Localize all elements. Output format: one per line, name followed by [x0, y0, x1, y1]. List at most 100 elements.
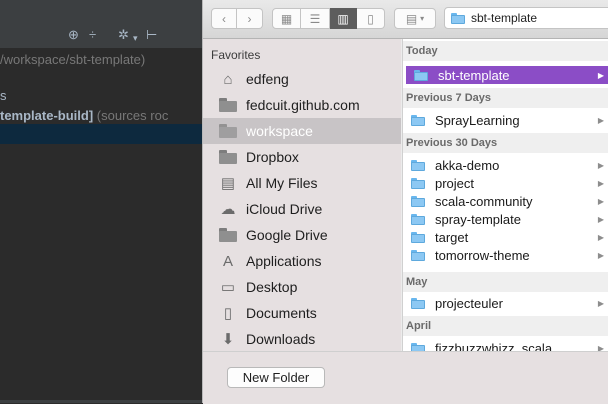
- chevron-left-icon: ‹: [222, 11, 226, 26]
- coverflow-view-button[interactable]: ▯: [357, 8, 385, 29]
- sidebar-item-label: workspace: [246, 123, 313, 139]
- ide-toolbar: ⊕ ÷ ✲ ▾ ⊢: [0, 22, 202, 49]
- list-item-label: akka-demo: [435, 157, 500, 173]
- file-list: Today sbt-template ▶ Previous 7 Days Spr…: [402, 39, 608, 351]
- cloud-icon: ☁: [220, 201, 236, 218]
- columns-icon: ▥: [337, 11, 349, 26]
- sidebar-item-dropbox[interactable]: Dropbox: [203, 144, 401, 170]
- list-item-sbt-template[interactable]: sbt-template ▶: [406, 66, 608, 84]
- arrange-icon: ▤: [405, 11, 418, 26]
- sidebar-item-fedcuit[interactable]: fedcuit.github.com: [203, 92, 401, 118]
- folder-icon: [218, 95, 238, 115]
- ide-window: ⊕ ÷ ✲ ▾ ⊢ /workspace/sbt-template) s tem…: [0, 0, 202, 403]
- folder-icon: [411, 177, 425, 189]
- list-item-spraylearning[interactable]: SprayLearning ▶: [403, 111, 608, 129]
- folder-icon: [414, 69, 428, 81]
- sidebar-item-label: Applications: [246, 253, 322, 269]
- dialog-toolbar: ‹ › ▦ ☰ ▥ ▯ ▤ ▾ sbt-template: [203, 0, 608, 39]
- folder-icon: [411, 159, 425, 171]
- folder-icon: [218, 121, 238, 141]
- disclosure-arrow-icon: ▶: [597, 160, 604, 170]
- group-header-today: Today: [403, 41, 608, 61]
- sidebar-item-downloads[interactable]: ⬇ Downloads: [203, 326, 401, 352]
- sidebar: Favorites ⌂ edfeng fedcuit.github.com wo…: [203, 39, 401, 351]
- group-header-may: May: [403, 272, 608, 292]
- disclosure-arrow-icon: ▶: [597, 70, 604, 80]
- sidebar-item-label: Documents: [246, 305, 317, 321]
- gear-icon[interactable]: ✲: [118, 27, 129, 43]
- list-item-project[interactable]: project ▶: [403, 174, 608, 192]
- list-item-label: SprayLearning: [435, 112, 520, 128]
- new-folder-button[interactable]: New Folder: [227, 367, 325, 388]
- sidebar-item-icloud-drive[interactable]: ☁ iCloud Drive: [203, 196, 401, 222]
- chevron-down-icon: ▾: [420, 14, 425, 23]
- path-selector[interactable]: sbt-template: [444, 7, 608, 29]
- disclosure-arrow-icon: ▶: [597, 232, 604, 242]
- list-item-fizzbuzzwhizz-scala[interactable]: fizzbuzzwhizz_scala ▶: [403, 339, 608, 351]
- list-view-button[interactable]: ☰: [301, 8, 330, 29]
- icon-view-button[interactable]: ▦: [272, 8, 301, 29]
- grid-icon: ▦: [280, 11, 293, 26]
- home-icon: ⌂: [223, 70, 233, 88]
- path-selector-label: sbt-template: [471, 11, 538, 25]
- sources-label: (sources roc: [96, 108, 169, 123]
- disclosure-arrow-icon: ▶: [597, 343, 604, 352]
- list-item-label: project: [435, 175, 475, 191]
- group-header-april: April: [403, 316, 608, 336]
- column-view-button[interactable]: ▥: [330, 8, 357, 29]
- ide-selected-row[interactable]: [0, 124, 202, 144]
- forward-button[interactable]: ›: [237, 8, 263, 29]
- sidebar-item-label: Dropbox: [246, 149, 299, 165]
- folder-icon: [218, 147, 238, 167]
- coverflow-icon: ▯: [367, 11, 374, 26]
- list-item-target[interactable]: target ▶: [403, 228, 608, 246]
- sidebar-item-label: fedcuit.github.com: [246, 97, 360, 113]
- open-dialog: ‹ › ▦ ☰ ▥ ▯ ▤ ▾ sbt-template Favorites ⌂: [202, 0, 608, 404]
- disclosure-arrow-icon: ▶: [597, 298, 604, 308]
- all-files-icon: ▤: [220, 175, 236, 192]
- sidebar-item-google-drive[interactable]: Google Drive: [203, 222, 401, 248]
- disclosure-arrow-icon: ▶: [597, 250, 604, 260]
- back-button[interactable]: ‹: [211, 8, 237, 29]
- project-line: s: [0, 88, 7, 103]
- list-item-label: sbt-template: [438, 67, 510, 83]
- disclosure-arrow-icon: ▶: [597, 196, 604, 206]
- chevron-down-icon[interactable]: ▾: [133, 30, 138, 46]
- arrange-button[interactable]: ▤ ▾: [394, 8, 436, 29]
- sidebar-item-applications[interactable]: A Applications: [203, 248, 401, 274]
- ide-title-bar: [0, 0, 202, 22]
- list-item-akka-demo[interactable]: akka-demo ▶: [403, 156, 608, 174]
- list-item-scala-community[interactable]: scala-community ▶: [403, 192, 608, 210]
- collapse-icon[interactable]: ÷: [89, 27, 96, 43]
- sidebar-item-label: Desktop: [246, 279, 298, 295]
- folder-icon: [411, 114, 425, 126]
- sidebar-item-workspace[interactable]: workspace: [203, 118, 401, 144]
- sidebar-item-label: iCloud Drive: [246, 201, 323, 217]
- hide-panel-icon[interactable]: ⊢: [146, 27, 157, 43]
- sidebar-item-desktop[interactable]: ▭ Desktop: [203, 274, 401, 300]
- sidebar-item-documents[interactable]: ▯ Documents: [203, 300, 401, 326]
- list-item-spray-template[interactable]: spray-template ▶: [403, 210, 608, 228]
- disclosure-arrow-icon: ▶: [597, 115, 604, 125]
- list-item-tomorrow-theme[interactable]: tomorrow-theme ▶: [403, 246, 608, 264]
- dialog-footer: New Folder: [203, 351, 608, 404]
- list-icon: ☰: [309, 11, 321, 26]
- build-module-label: template-build]: [0, 108, 94, 123]
- project-path: /workspace/sbt-template): [0, 52, 146, 67]
- list-item-label: scala-community: [435, 193, 533, 209]
- list-item-projecteuler[interactable]: projecteuler ▶: [403, 294, 608, 312]
- folder-icon: [411, 195, 425, 207]
- group-header-previous-30-days: Previous 30 Days: [403, 133, 608, 153]
- sidebar-item-edfeng[interactable]: ⌂ edfeng: [203, 66, 401, 92]
- chevron-right-icon: ›: [247, 11, 252, 26]
- sidebar-item-label: All My Files: [246, 175, 318, 191]
- sidebar-item-label: edfeng: [246, 71, 289, 87]
- downloads-icon: ⬇: [221, 331, 235, 348]
- target-icon[interactable]: ⊕: [68, 27, 79, 43]
- sidebar-item-all-my-files[interactable]: ▤ All My Files: [203, 170, 401, 196]
- group-header-previous-7-days: Previous 7 Days: [403, 88, 608, 108]
- list-item-label: target: [435, 229, 469, 245]
- folder-icon: [411, 342, 425, 351]
- list-item-label: spray-template: [435, 211, 521, 227]
- desktop-icon: ▭: [220, 279, 236, 296]
